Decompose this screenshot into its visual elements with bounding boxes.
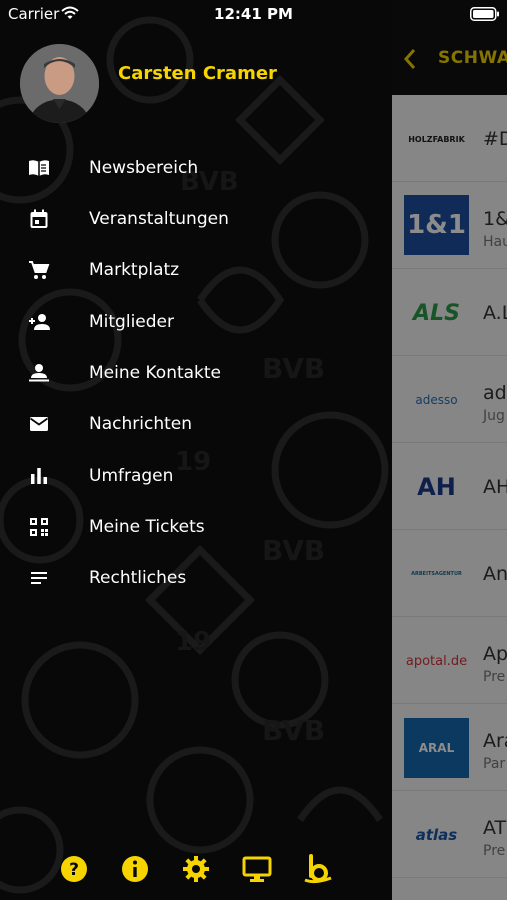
user-name[interactable]: Carsten Cramer (118, 63, 277, 84)
drawer-overlay[interactable] (392, 0, 507, 900)
menu-item-veranstaltungen[interactable]: Veranstaltungen (0, 195, 392, 246)
menu-label: Veranstaltungen (89, 209, 229, 229)
menu-label: Rechtliches (89, 568, 187, 588)
info-icon[interactable] (119, 853, 151, 885)
qr-code-icon (30, 518, 48, 536)
menu-label: Mitglieder (89, 312, 174, 332)
menu-label: Meine Tickets (89, 517, 205, 537)
menu-item-umfragen[interactable]: Umfragen (0, 452, 392, 503)
menu-item-mitglieder[interactable]: Mitglieder (0, 298, 392, 349)
svg-text:19: 19 (175, 627, 211, 657)
status-bar: Carrier 12:41 PM (0, 0, 507, 28)
navigation-drawer: BVB BVB BVB BVB 19 19 Carsten Cramer New… (0, 0, 392, 900)
bar-chart-icon (31, 468, 47, 484)
clock: 12:41 PM (214, 5, 293, 23)
help-icon[interactable]: ? (58, 853, 90, 885)
contact-person-icon (29, 364, 49, 382)
monitor-icon[interactable] (241, 853, 273, 885)
profile-photo (20, 44, 99, 123)
svg-text:BVB: BVB (262, 714, 325, 747)
brand-b-icon[interactable] (302, 853, 334, 885)
menu-item-newsbereich[interactable]: Newsbereich (0, 144, 392, 195)
menu-label: Umfragen (89, 466, 174, 486)
calendar-icon (30, 209, 48, 228)
svg-text:?: ? (69, 860, 79, 880)
document-lines-icon (31, 572, 47, 584)
menu-item-meine-kontakte[interactable]: Meine Kontakte (0, 349, 392, 400)
mail-icon (29, 417, 49, 431)
menu-label: Meine Kontakte (89, 363, 222, 383)
menu-item-marktplatz[interactable]: Marktplatz (0, 246, 392, 297)
open-book-icon (29, 160, 49, 176)
menu-label: Newsbereich (89, 158, 199, 178)
add-person-icon (29, 314, 50, 330)
menu-label: Nachrichten (89, 414, 192, 434)
battery-icon (470, 7, 499, 21)
cart-icon (29, 261, 50, 279)
avatar[interactable] (20, 44, 99, 123)
menu-item-meine-tickets[interactable]: Meine Tickets (0, 503, 392, 554)
menu-label: Marktplatz (89, 260, 180, 280)
menu-item-rechtliches[interactable]: Rechtliches (0, 554, 392, 605)
settings-icon[interactable] (180, 853, 212, 885)
menu-item-nachrichten[interactable]: Nachrichten (0, 400, 392, 451)
